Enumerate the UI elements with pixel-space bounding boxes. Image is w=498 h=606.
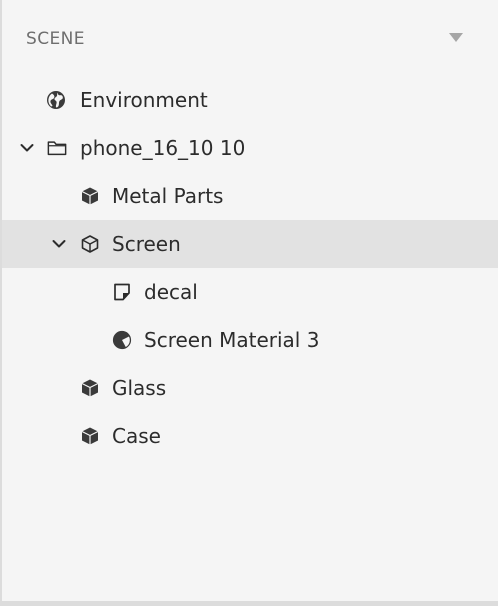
folder-icon: [47, 141, 67, 156]
cube-icon: [81, 187, 99, 205]
cube-outline-icon: [81, 235, 99, 253]
tree-item-case[interactable]: Case: [2, 412, 498, 460]
tree-item-label: Glass: [112, 376, 167, 400]
cube-icon: [81, 427, 99, 445]
globe-icon: [47, 91, 65, 109]
tree-item-screen[interactable]: Screen: [2, 220, 498, 268]
scene-tree: Environment phone_16_10 10 Metal Parts S…: [2, 76, 498, 460]
tree-item-label: Environment: [80, 88, 208, 112]
triangle-down-icon[interactable]: [449, 33, 463, 42]
scene-panel-header: SCENE: [2, 0, 498, 80]
tree-item-label: Metal Parts: [112, 184, 224, 208]
tree-item-screen-material[interactable]: Screen Material 3: [2, 316, 498, 364]
tree-item-glass[interactable]: Glass: [2, 364, 498, 412]
tree-item-label: phone_16_10 10: [80, 136, 246, 160]
chevron-down-icon[interactable]: [19, 140, 35, 156]
scene-panel: SCENE Environment phone_16_10 10 Metal P…: [0, 0, 498, 606]
tree-item-label: Case: [112, 424, 161, 448]
tree-item-decal[interactable]: decal: [2, 268, 498, 316]
material-icon: [112, 330, 132, 350]
tree-item-metal-parts[interactable]: Metal Parts: [2, 172, 498, 220]
tree-item-label: Screen Material 3: [144, 328, 320, 352]
panel-title: SCENE: [26, 29, 85, 49]
decal-icon: [114, 283, 130, 301]
tree-item-phone-group[interactable]: phone_16_10 10: [2, 124, 498, 172]
chevron-down-icon[interactable]: [51, 236, 67, 252]
cube-icon: [81, 379, 99, 397]
tree-item-environment[interactable]: Environment: [2, 76, 498, 124]
tree-item-label: decal: [144, 280, 198, 304]
tree-item-label: Screen: [112, 232, 181, 256]
